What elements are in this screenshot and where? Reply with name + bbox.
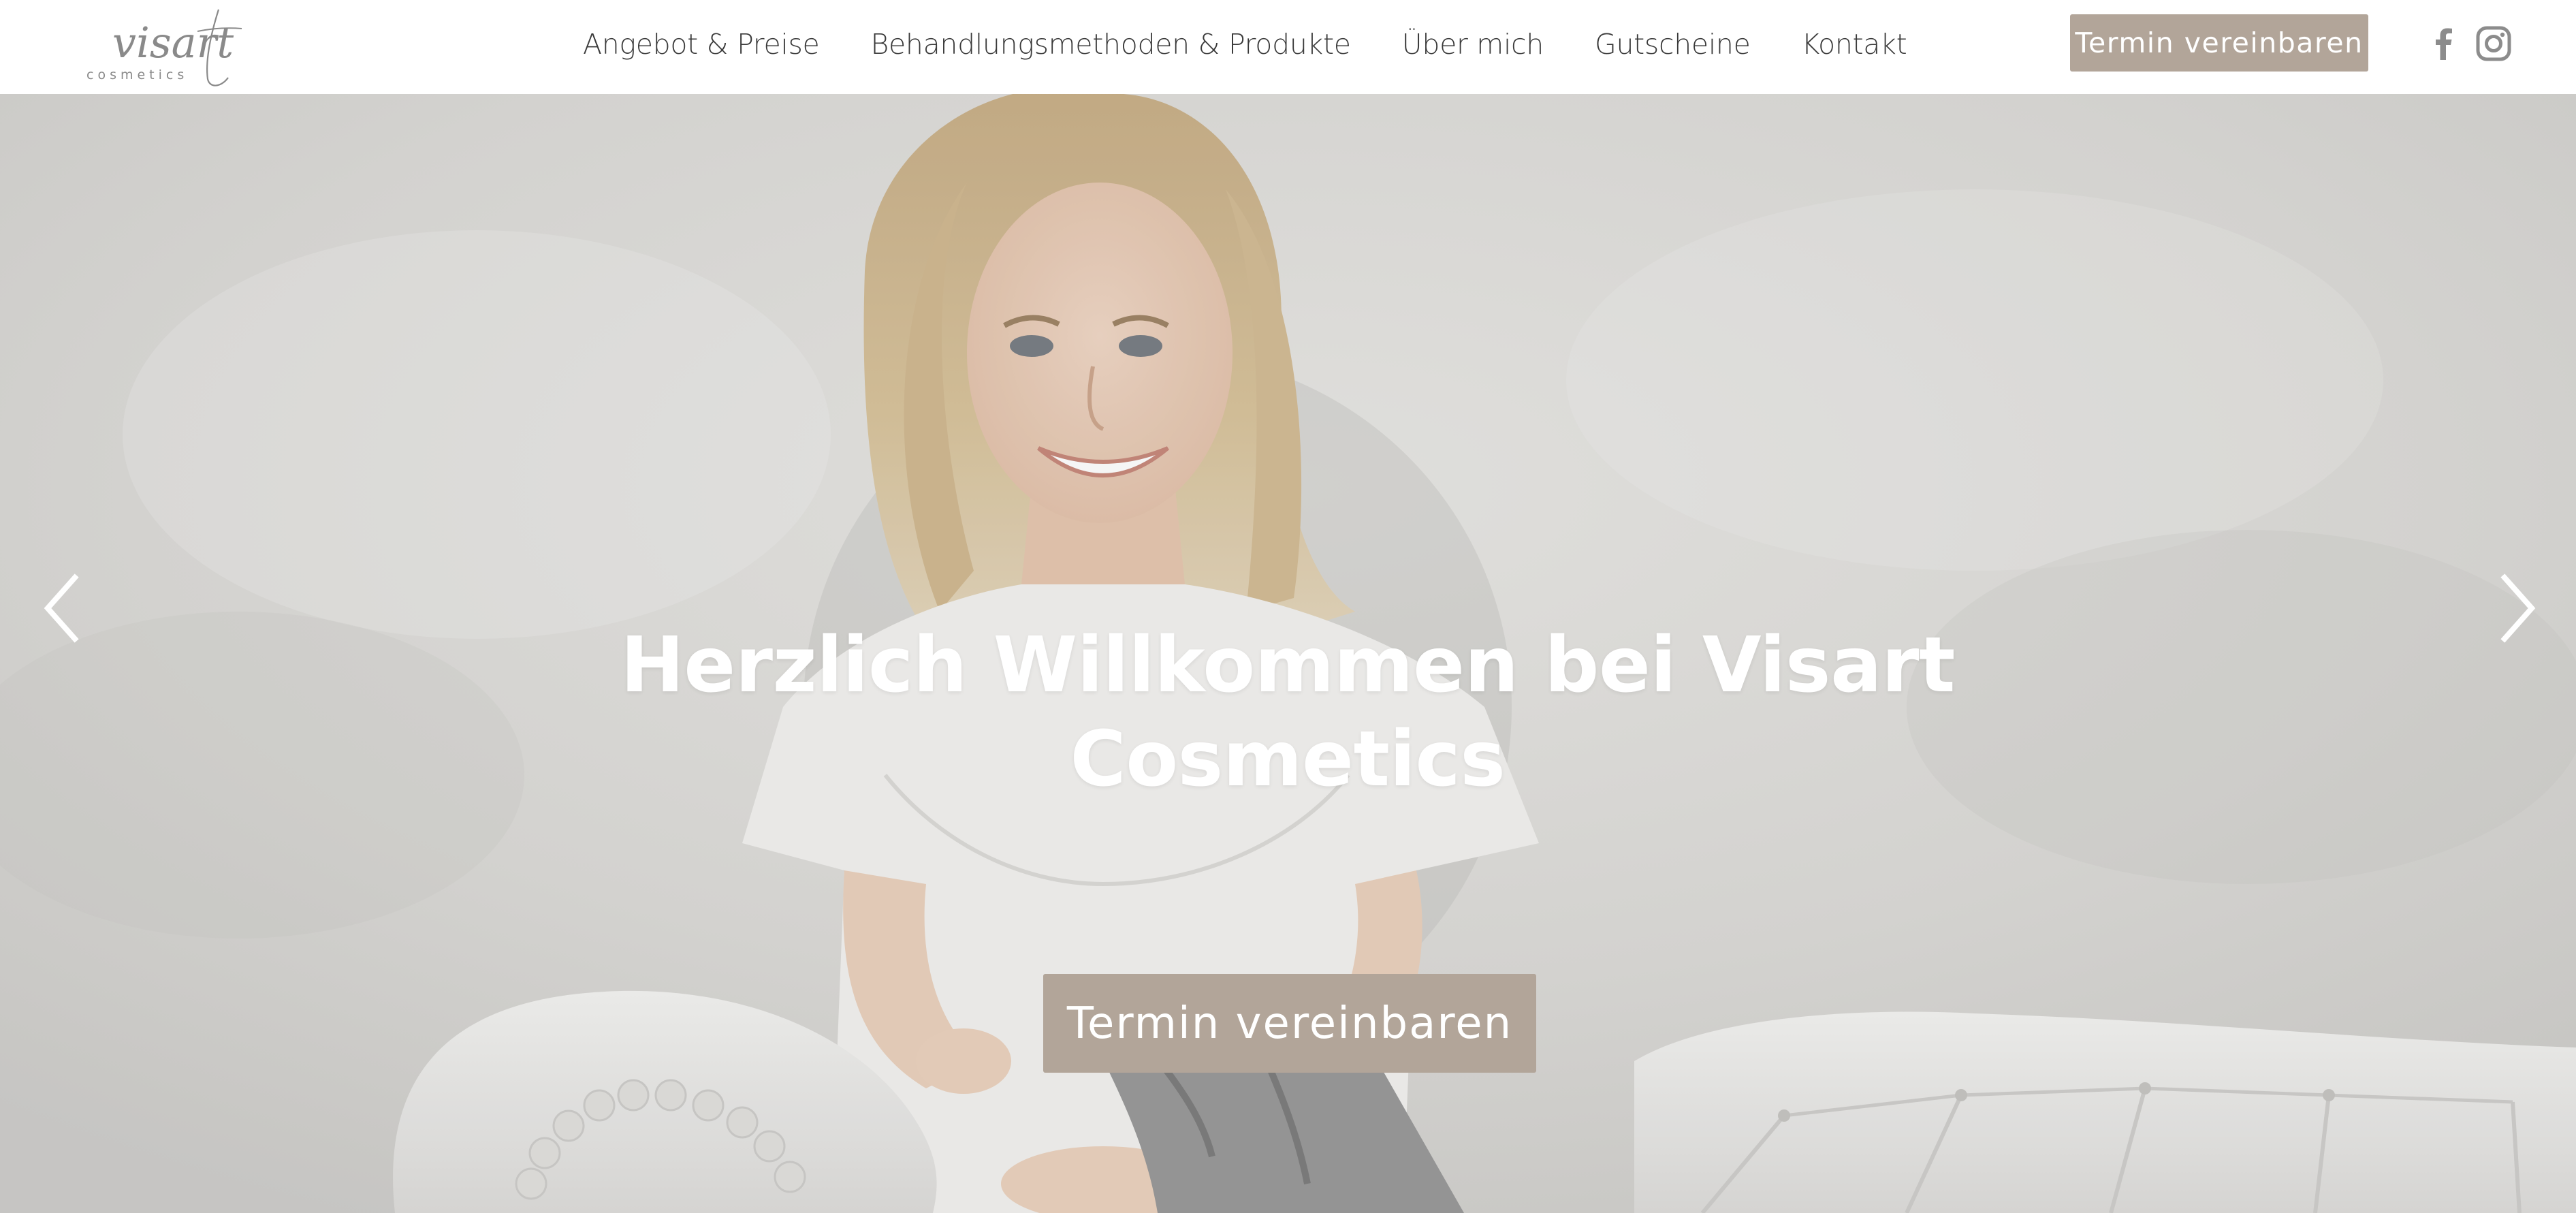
hero-title: Herzlich Willkommen bei Visart Cosmetics bbox=[620, 621, 1955, 804]
nav-item-gutscheine[interactable]: Gutscheine bbox=[1595, 28, 1751, 61]
nav-item-kontakt[interactable]: Kontakt bbox=[1802, 28, 1907, 61]
instagram-icon[interactable] bbox=[2475, 25, 2513, 63]
main-nav: Angebot & Preise Behandlungsmethoden & P… bbox=[583, 23, 1907, 65]
chevron-left-icon bbox=[44, 573, 79, 643]
slider-prev-arrow[interactable] bbox=[35, 571, 90, 646]
nav-item-behandlungsmethoden-produkte[interactable]: Behandlungsmethoden & Produkte bbox=[870, 28, 1351, 61]
slider-next-arrow[interactable] bbox=[2490, 571, 2544, 646]
hero-slider: Herzlich Willkommen bei Visart Cosmetics… bbox=[0, 94, 2576, 1213]
site-header: visart cosmetics Angebot & Preise Behand… bbox=[0, 0, 2576, 94]
visart-logo[interactable]: visart cosmetics bbox=[85, 4, 255, 89]
header-appointment-button[interactable]: Termin vereinbaren bbox=[2070, 14, 2368, 72]
logo-subline: cosmetics bbox=[86, 67, 188, 82]
nav-item-angebot-preise[interactable]: Angebot & Preise bbox=[583, 28, 820, 61]
facebook-icon[interactable] bbox=[2425, 25, 2463, 63]
chevron-right-icon bbox=[2500, 573, 2536, 643]
logo-wordmark: visart bbox=[112, 18, 234, 67]
nav-item-ueber-mich[interactable]: Über mich bbox=[1402, 28, 1544, 61]
hero-appointment-button[interactable]: Termin vereinbaren bbox=[1043, 974, 1536, 1073]
